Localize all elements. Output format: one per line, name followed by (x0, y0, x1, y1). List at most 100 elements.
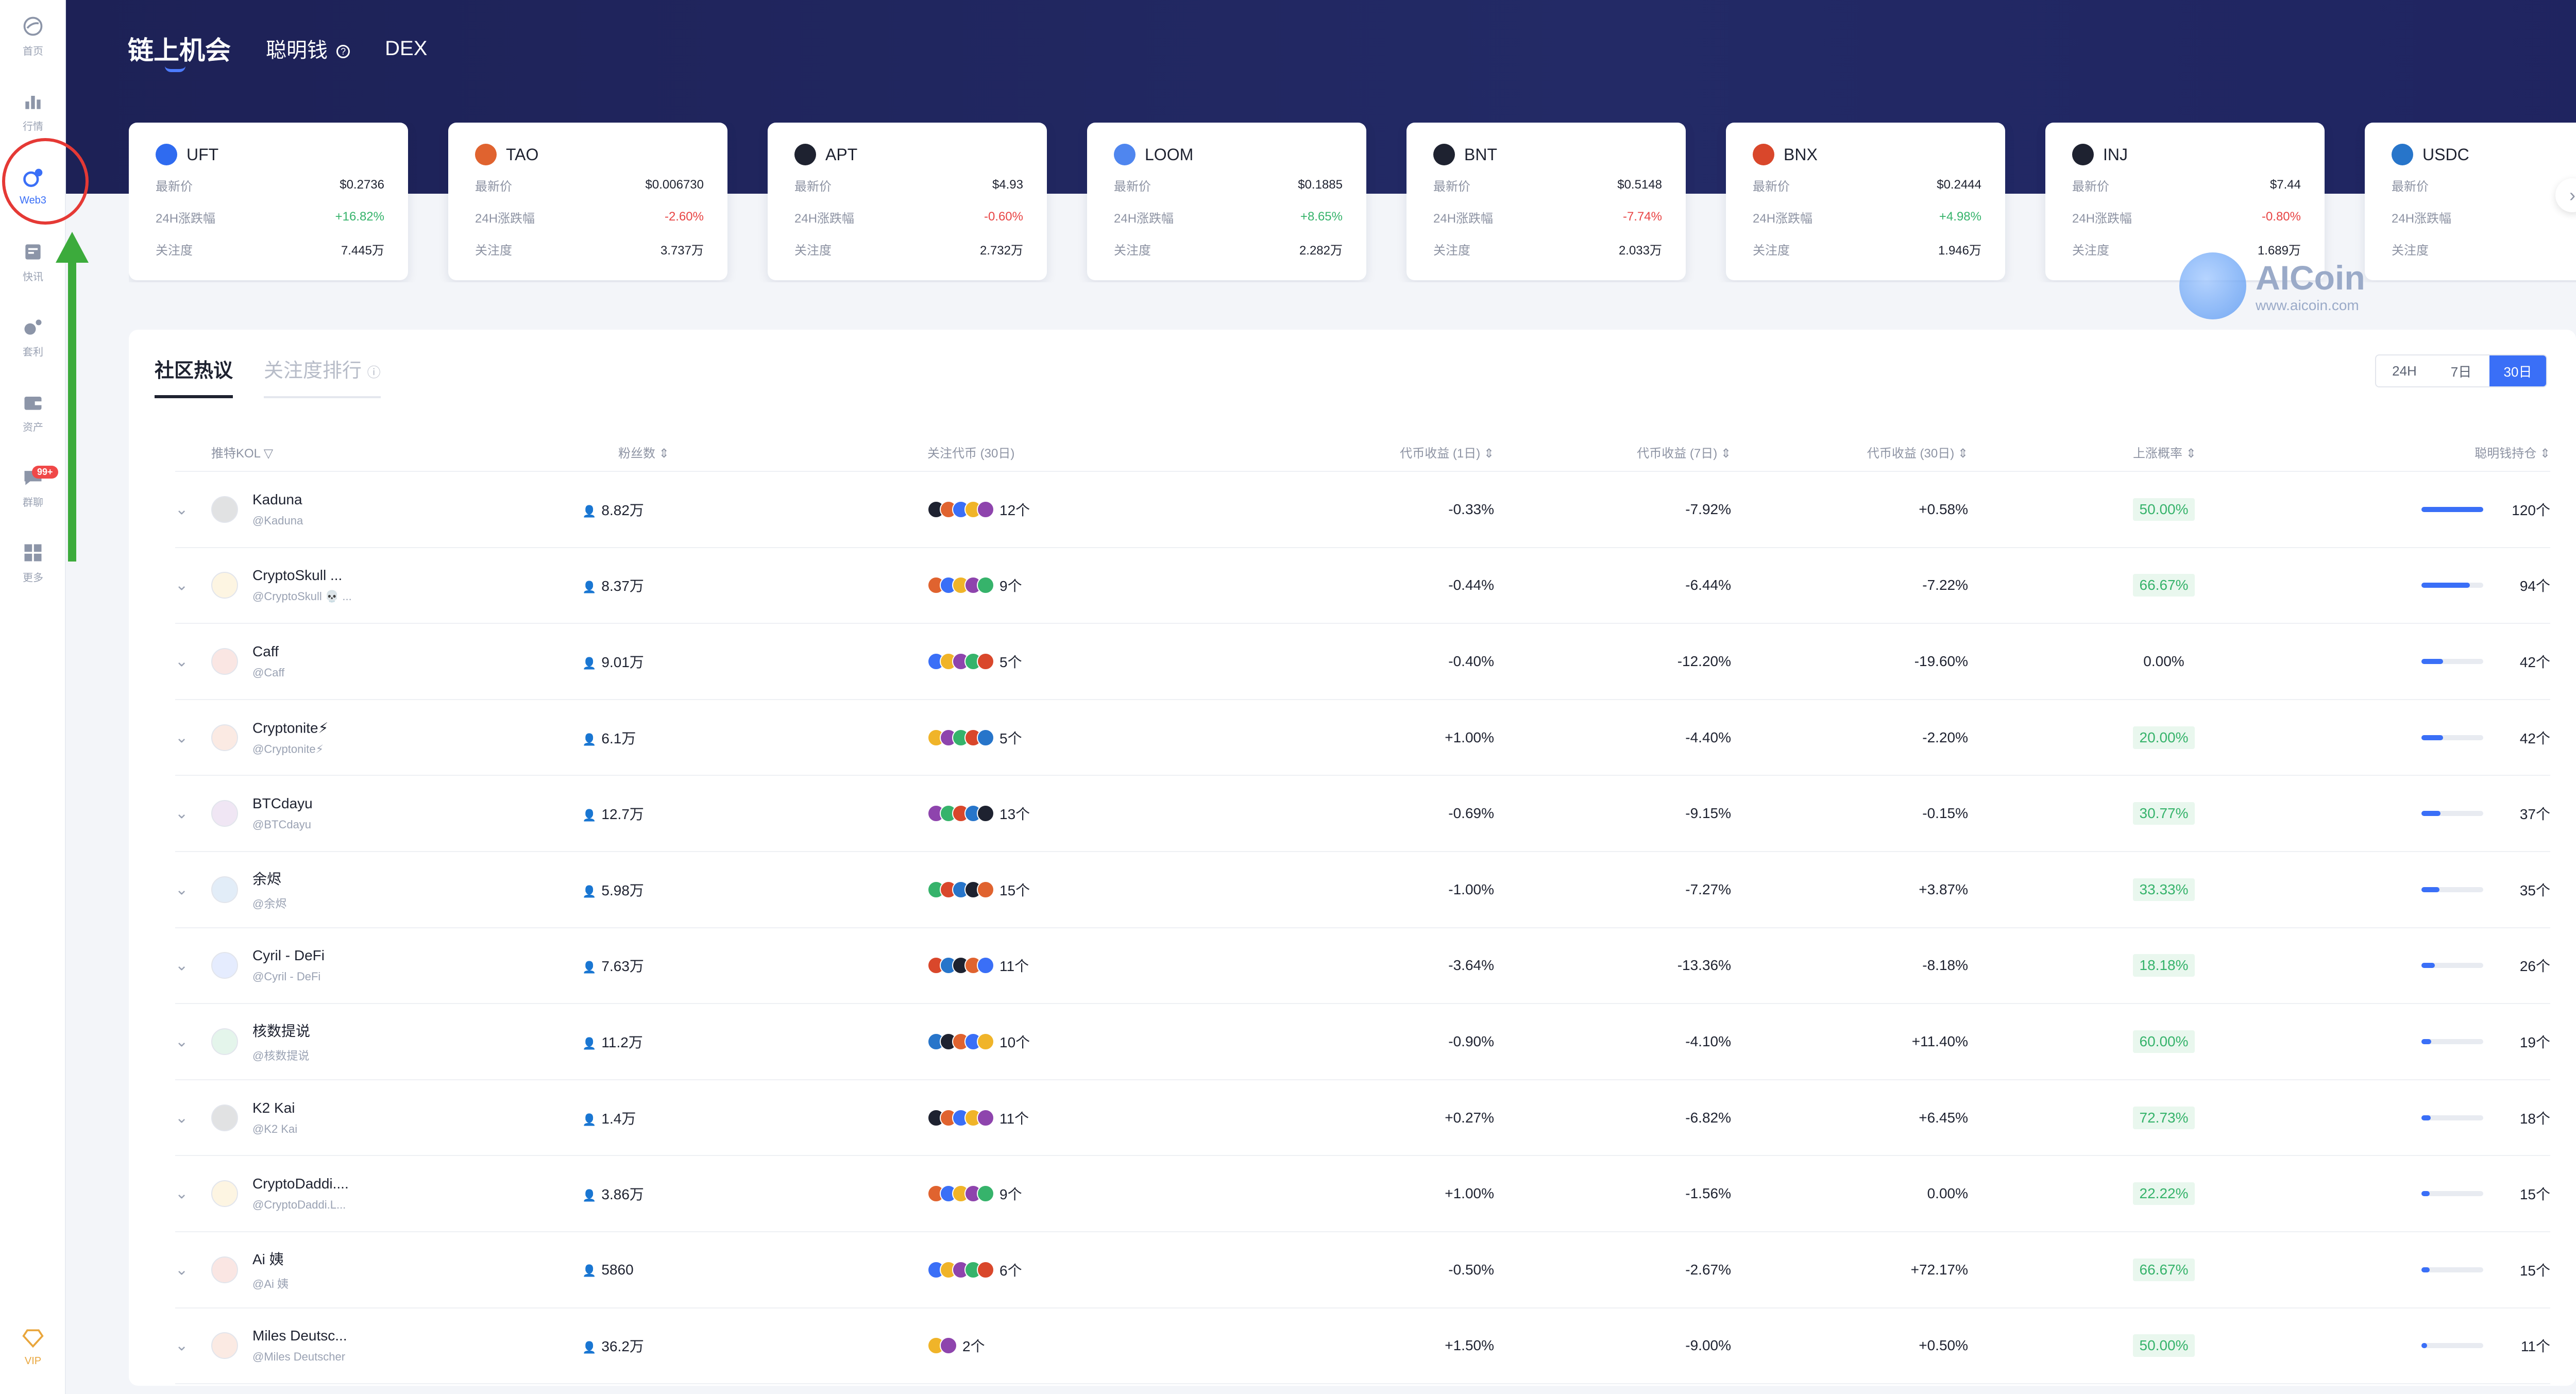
table-row[interactable]: ⌄ Cryptonite⚡ @Cryptonite⚡ 👤 6.1万 5个 +1.0… (175, 700, 2550, 776)
followed-coins[interactable]: 9个 (927, 575, 1022, 596)
followed-coins[interactable]: 12个 (927, 499, 1030, 520)
table-row[interactable]: ⌄ Miles Deutsc... @Miles Deutscher 👤 36.2… (175, 1308, 2550, 1385)
watermark-url: www.aicoin.com (2256, 297, 2359, 313)
followed-coins[interactable]: 5个 (927, 727, 1022, 748)
sidebar-item-web3[interactable]: Web3 (0, 150, 66, 223)
return-30d: -8.18% (1922, 957, 1968, 974)
col-return-30d[interactable]: 代币收益 (30日) ⇕ (1867, 443, 1968, 461)
expand-chevron-icon[interactable]: ⌄ (175, 1337, 188, 1355)
followed-coins[interactable]: 13个 (927, 803, 1030, 824)
expand-chevron-icon[interactable]: ⌄ (175, 1032, 188, 1050)
expand-chevron-icon[interactable]: ⌄ (175, 1109, 188, 1127)
col-kol[interactable]: 推特KOL ▽ (211, 443, 273, 461)
coin-card[interactable]: APT 最新价 $4.93 24H涨跌幅 -0.60% 关注度 2.732万 (768, 123, 1047, 280)
rise-probability: 0.00% (2143, 653, 2184, 669)
col-return-1d[interactable]: 代币收益 (1日) ⇕ (1400, 443, 1494, 461)
followed-coins[interactable]: 15个 (927, 879, 1030, 900)
holdings-bar (2421, 1115, 2483, 1120)
coin-card[interactable]: USDC 最新价 24H涨跌幅 关注度1 (2365, 123, 2576, 280)
range-30d[interactable]: 30日 (2489, 355, 2546, 386)
tab-onchain-opportunities[interactable]: 链上机会 (128, 30, 231, 72)
expand-chevron-icon[interactable]: ⌄ (175, 728, 188, 746)
kol-info[interactable]: Ai 姨 @Ai 姨 (252, 1248, 289, 1291)
tab-community-discussion[interactable]: 社区热议 (155, 354, 233, 398)
coin-card[interactable]: BNX 最新价 $0.2444 24H涨跌幅 +4.98% 关注度 1.946万 (1726, 123, 2005, 280)
expand-chevron-icon[interactable]: ⌄ (175, 880, 188, 898)
holdings-bar (2421, 1267, 2483, 1272)
coin-count: 10个 (999, 1034, 1030, 1050)
change-label: 24H涨跌幅 (794, 211, 855, 226)
rise-probability: 60.00% (2133, 1030, 2195, 1053)
followed-coins[interactable]: 5个 (927, 651, 1022, 672)
price-label: 最新价 (2392, 179, 2429, 194)
kol-handle: @核数提说 (252, 1049, 310, 1062)
holdings-count: 18个 (2519, 1110, 2550, 1127)
expand-chevron-icon[interactable]: ⌄ (175, 500, 188, 518)
expand-chevron-icon[interactable]: ⌄ (175, 1185, 188, 1203)
holdings-bar-fill (2421, 1039, 2432, 1044)
coin-logo-icon (794, 144, 816, 165)
person-icon: 👤 (582, 1341, 597, 1354)
range-24h[interactable]: 24H (2376, 355, 2433, 386)
expand-chevron-icon[interactable]: ⌄ (175, 652, 188, 670)
kol-info[interactable]: K2 Kai @K2 Kai (252, 1100, 297, 1136)
sidebar-item-market[interactable]: 行情 (0, 75, 66, 147)
avatar (211, 1332, 238, 1359)
col-rise-probability[interactable]: 上涨概率 ⇕ (2133, 443, 2196, 461)
coin-card[interactable]: TAO 最新价 $0.006730 24H涨跌幅 -2.60% 关注度 3.737万 (448, 123, 727, 280)
table-row[interactable]: ⌄ Kaduna @Kaduna 👤 8.82万 12个 -0.33% -7.92… (175, 472, 2550, 548)
table-row[interactable]: ⌄ 余烬 @余烬 👤 5.98万 15个 -1.00% -7.27% +3.87%… (175, 852, 2550, 928)
table-row[interactable]: ⌄ Caff @Caff 👤 9.01万 5个 -0.40% -12.20% -1… (175, 624, 2550, 700)
kol-info[interactable]: 余烬 @余烬 (252, 868, 286, 911)
expand-chevron-icon[interactable]: ⌄ (175, 805, 188, 823)
kol-info[interactable]: Miles Deutsc... @Miles Deutscher (252, 1328, 347, 1364)
kol-info[interactable]: Cryptonite⚡ @Cryptonite⚡ (252, 719, 328, 756)
followed-coins[interactable]: 9个 (927, 1183, 1022, 1204)
help-icon[interactable]: ? (336, 45, 350, 59)
kol-info[interactable]: Kaduna @Kaduna (252, 491, 303, 528)
tab-dex[interactable]: DEX (385, 37, 427, 60)
followed-coins[interactable]: 2个 (927, 1335, 985, 1356)
table-row[interactable]: ⌄ K2 Kai @K2 Kai 👤 1.4万 11个 +0.27% -6.82%… (175, 1080, 2550, 1157)
tab-attention-ranking[interactable]: 关注度排行 ⓘ (264, 354, 381, 398)
coin-card[interactable]: UFT 最新价 $0.2736 24H涨跌幅 +16.82% 关注度 7.445万 (129, 123, 408, 280)
table-row[interactable]: ⌄ CryptoSkull ... @CryptoSkull 💀 ... 👤 8.… (175, 548, 2550, 624)
expand-chevron-icon[interactable]: ⌄ (175, 1261, 188, 1279)
range-7d[interactable]: 7日 (2433, 355, 2489, 386)
kol-handle: @Miles Deutscher (252, 1350, 346, 1364)
tab-smart-money[interactable]: 聪明钱 ? (266, 33, 350, 63)
holdings-bar (2421, 811, 2483, 817)
kol-info[interactable]: CryptoSkull ... @CryptoSkull 💀 ... (252, 567, 352, 603)
expand-chevron-icon[interactable]: ⌄ (175, 576, 188, 594)
followed-coins[interactable]: 11个 (927, 955, 1029, 976)
coin-card[interactable]: BNT 最新价 $0.5148 24H涨跌幅 -7.74% 关注度 2.033万 (1406, 123, 1686, 280)
followed-coins[interactable]: 10个 (927, 1031, 1030, 1052)
coin-card[interactable]: LOOM 最新价 $0.1885 24H涨跌幅 +8.65% 关注度 2.282万 (1087, 123, 1366, 280)
sidebar-item-home[interactable]: 首页 (0, 0, 66, 72)
table-row[interactable]: ⌄ 核数提说 @核数提说 👤 11.2万 10个 -0.90% -4.10% +1… (175, 1004, 2550, 1080)
followed-coins[interactable]: 11个 (927, 1108, 1029, 1128)
table-row[interactable]: ⌄ Cyril - DeFi @Cyril - DeFi 👤 7.63万 11个 … (175, 928, 2550, 1005)
table-row[interactable]: ⌄ Ai 姨 @Ai 姨 👤 5860 6个 -0.50% -2.67% +72.… (175, 1232, 2550, 1308)
avatar (211, 800, 238, 827)
kol-name: Kaduna (252, 491, 302, 507)
kol-info[interactable]: 核数提说 @核数提说 (252, 1020, 310, 1063)
holdings-bar-fill (2421, 658, 2443, 664)
table-row[interactable]: ⌄ CryptoDaddi.... @CryptoDaddi.L... 👤 3.8… (175, 1156, 2550, 1232)
change-label: 24H涨跌幅 (1114, 211, 1174, 226)
col-smart-money[interactable]: 聪明钱持仓 ⇕ (2475, 443, 2550, 461)
col-fans[interactable]: 粉丝数 ⇕ (618, 443, 669, 461)
kol-info[interactable]: BTCdayu @BTCdayu (252, 795, 313, 831)
tab-label: 聪明钱 (266, 39, 328, 62)
expand-chevron-icon[interactable]: ⌄ (175, 957, 188, 975)
help-icon[interactable]: ⓘ (367, 365, 381, 380)
kol-info[interactable]: CryptoDaddi.... @CryptoDaddi.L... (252, 1176, 349, 1212)
followed-coins[interactable]: 6个 (927, 1260, 1022, 1280)
col-return-7d[interactable]: 代币收益 (7日) ⇕ (1637, 443, 1731, 461)
vip-button[interactable]: VIP (0, 1327, 66, 1367)
table-row[interactable]: ⌄ BTCdayu @BTCdayu 👤 12.7万 13个 -0.69% -9.… (175, 776, 2550, 852)
kol-info[interactable]: Cyril - DeFi @Cyril - DeFi (252, 947, 325, 983)
kol-info[interactable]: Caff @Caff (252, 643, 284, 679)
table-header: 推特KOL ▽ 粉丝数 ⇕ 关注代币 (30日) 代币收益 (1日) ⇕ 代币收… (175, 433, 2550, 472)
return-30d: +0.58% (1919, 501, 1968, 517)
